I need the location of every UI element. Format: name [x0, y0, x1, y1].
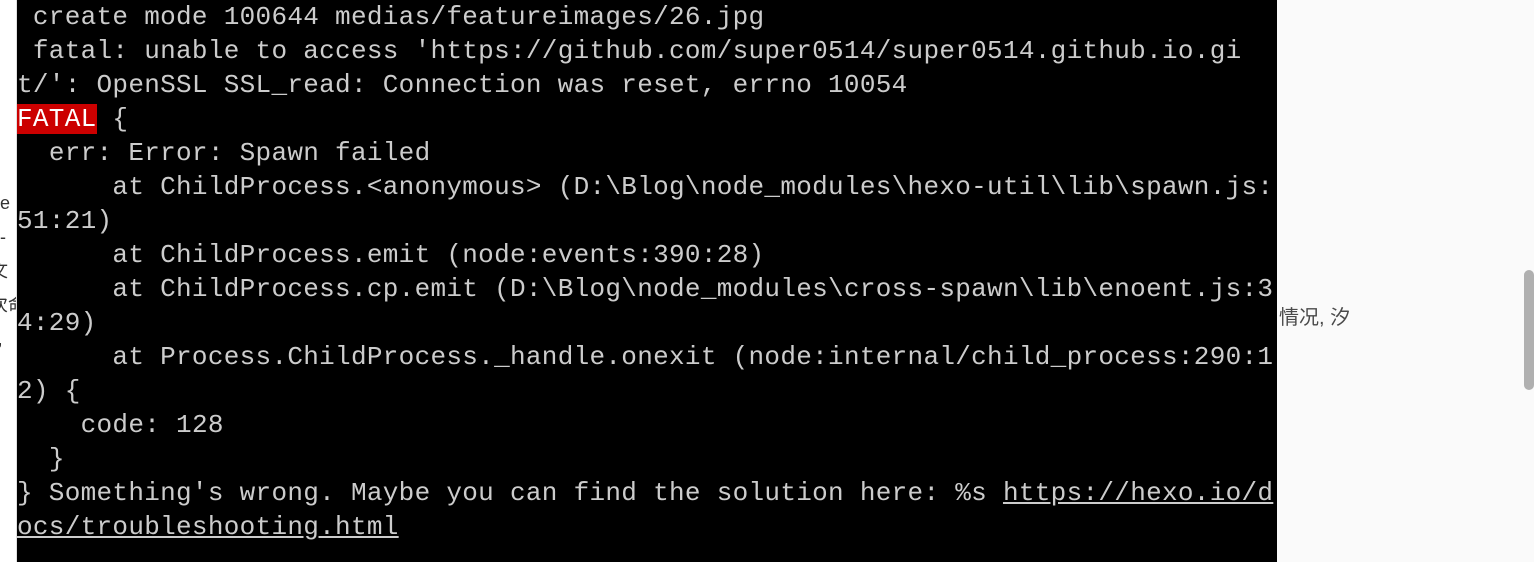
- terminal-line: err: Error: Spawn failed: [17, 138, 430, 168]
- bg-text: 次命: [0, 288, 16, 322]
- bg-text: ne: [0, 186, 16, 220]
- terminal-line: fatal: unable to access 'https://github.…: [17, 36, 1242, 100]
- background-page-left: // // ne g- 文 次命 y,: [0, 0, 17, 562]
- bg-text: 情况, 汐: [1279, 300, 1534, 336]
- background-page-right: 情况, 汐 供了大: [1277, 0, 1534, 562]
- scrollbar-thumb[interactable]: [1524, 270, 1534, 390]
- terminal-window[interactable]: create mode 100644 medias/featureimages/…: [17, 0, 1277, 562]
- terminal-line: code: 128: [17, 410, 224, 440]
- bg-text: 文: [0, 254, 16, 288]
- terminal-line: {: [97, 104, 129, 134]
- terminal-line: } Something's wrong. Maybe you can find …: [17, 478, 1003, 508]
- terminal-line: at ChildProcess.emit (node:events:390:28…: [17, 240, 764, 270]
- terminal-line: at Process.ChildProcess._handle.onexit (…: [17, 342, 1273, 406]
- bg-text: //: [0, 152, 16, 186]
- terminal-line: }: [17, 444, 65, 474]
- bg-text: y,: [0, 322, 16, 356]
- bg-text: g-: [0, 220, 16, 254]
- terminal-line: at ChildProcess.<anonymous> (D:\Blog\nod…: [17, 172, 1273, 236]
- terminal-line: create mode 100644 medias/featureimages/…: [17, 2, 764, 32]
- terminal-line: at ChildProcess.cp.emit (D:\Blog\node_mo…: [17, 274, 1273, 338]
- bg-text: //: [0, 118, 16, 152]
- fatal-badge: FATAL: [17, 104, 97, 134]
